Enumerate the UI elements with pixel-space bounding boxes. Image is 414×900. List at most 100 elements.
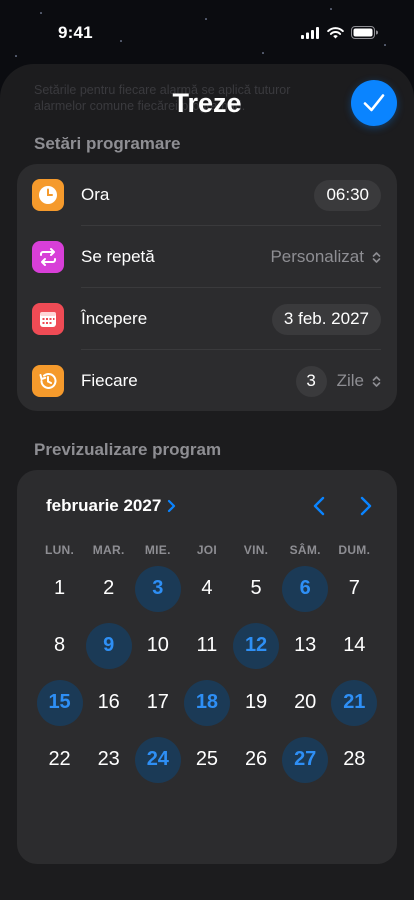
calendar-day-number: 22 xyxy=(48,748,71,770)
calendar-day-scheduled[interactable]: 6 xyxy=(281,560,330,617)
calendar-grid: 1 2 3 4 5 6 7 8 9 10 11 12 13 14 15 16 17 18 19 20 21 22 23 24 2… xyxy=(35,560,379,788)
start-date-button[interactable]: 3 feb. 2027 xyxy=(271,303,381,335)
calendar-day-number: 2 xyxy=(103,577,115,599)
calendar-day-scheduled[interactable]: 21 xyxy=(330,674,379,731)
previous-month-button[interactable] xyxy=(307,494,331,518)
calendar-day[interactable]: 23 xyxy=(84,731,133,788)
calendar-day-number: 27 xyxy=(294,748,317,770)
calendar-day-number: 23 xyxy=(97,748,120,770)
calendar-day-number: 6 xyxy=(299,577,311,599)
calendar-day-number: 14 xyxy=(343,634,366,656)
schedule-preview-header: Previzualizare program xyxy=(34,440,222,459)
weekday-label: SÂM. xyxy=(289,543,321,557)
weekday-label: MIE. xyxy=(144,543,171,557)
calendar-day-scheduled[interactable]: 3 xyxy=(133,560,182,617)
schedule-sheet: Setările pentru fiecare alarmă se aplică… xyxy=(0,64,414,900)
weekday-label: DUM. xyxy=(338,543,371,557)
calendar-day[interactable]: 8 xyxy=(35,617,84,674)
calendar-day-number: 8 xyxy=(54,634,66,656)
calendar-day[interactable]: 13 xyxy=(281,617,330,674)
calendar-day[interactable]: 7 xyxy=(330,560,379,617)
calendar-day-number: 20 xyxy=(294,691,317,713)
repeat-label: Se repetă xyxy=(81,247,155,266)
calendar-day-number: 3 xyxy=(152,577,164,599)
calendar-day-number: 15 xyxy=(48,691,71,713)
interval-row[interactable]: Fiecare 3 Zile xyxy=(17,350,397,412)
calendar-day-number: 9 xyxy=(103,634,115,656)
calendar-day[interactable]: 22 xyxy=(35,731,84,788)
calendar-week-row: 8 9 10 11 12 13 14 xyxy=(35,617,379,674)
month-picker-button[interactable]: februarie 2027 xyxy=(46,496,176,516)
checkmark-icon xyxy=(363,94,385,112)
start-label: Începere xyxy=(81,309,148,328)
schedule-settings-card: Ora 06:30 Se repetă Personalizat Începer… xyxy=(17,164,397,411)
calendar-day-number: 12 xyxy=(244,634,268,656)
calendar-day-scheduled[interactable]: 27 xyxy=(281,731,330,788)
calendar-day-number: 17 xyxy=(146,691,169,713)
calendar-day-number: 11 xyxy=(196,634,218,656)
calendar-day[interactable]: 5 xyxy=(232,560,281,617)
weekday-label: VIN. xyxy=(243,543,269,557)
calendar-week-row: 22 23 24 25 26 27 28 xyxy=(35,731,379,788)
calendar-day-number: 24 xyxy=(146,748,169,770)
interval-menu[interactable]: 3 Zile xyxy=(295,365,381,397)
calendar-day[interactable]: 19 xyxy=(232,674,281,731)
repeat-value: Personalizat xyxy=(270,247,364,266)
calendar-day-number: 28 xyxy=(343,748,366,770)
chevron-left-icon xyxy=(313,496,325,516)
interval-number[interactable]: 3 xyxy=(295,365,327,397)
time-value-button[interactable]: 06:30 xyxy=(314,179,381,211)
weekday-label: MAR. xyxy=(92,543,125,557)
cellular-signal-icon xyxy=(301,26,319,39)
weekday-header: LUN. MAR. MIE. JOI VIN. SÂM. DUM. xyxy=(35,543,379,557)
weekday-label: LUN. xyxy=(44,543,75,557)
calendar-day[interactable]: 28 xyxy=(330,731,379,788)
calendar-day-scheduled[interactable]: 12 xyxy=(232,617,281,674)
chevron-up-down-icon xyxy=(372,375,381,387)
start-row[interactable]: Începere 3 feb. 2027 xyxy=(17,288,397,350)
calendar-day[interactable]: 14 xyxy=(330,617,379,674)
calendar-day-number: 18 xyxy=(195,691,219,713)
calendar-day-number: 19 xyxy=(244,691,268,713)
calendar-day[interactable]: 2 xyxy=(84,560,133,617)
calendar-day[interactable]: 26 xyxy=(232,731,281,788)
calendar-icon xyxy=(32,303,64,335)
calendar-day[interactable]: 10 xyxy=(133,617,182,674)
time-row[interactable]: Ora 06:30 xyxy=(17,164,397,226)
calendar-day-number: 26 xyxy=(244,748,268,770)
next-month-button[interactable] xyxy=(354,494,378,518)
calendar-day[interactable]: 16 xyxy=(84,674,133,731)
repeat-menu[interactable]: Personalizat xyxy=(270,247,381,267)
calendar-day-number: 25 xyxy=(195,748,219,770)
calendar-day-number: 21 xyxy=(343,691,366,713)
calendar-day-scheduled[interactable]: 18 xyxy=(182,674,231,731)
calendar-day-scheduled[interactable]: 9 xyxy=(84,617,133,674)
calendar-day-number: 16 xyxy=(97,691,120,713)
chevron-up-down-icon xyxy=(372,251,381,263)
wifi-icon xyxy=(327,26,344,38)
status-time: 9:41 xyxy=(58,23,93,42)
calendar-day-scheduled[interactable]: 15 xyxy=(35,674,84,731)
repeat-row[interactable]: Se repetă Personalizat xyxy=(17,226,397,288)
calendar-day[interactable]: 11 xyxy=(182,617,231,674)
calendar-day-scheduled[interactable]: 24 xyxy=(133,731,182,788)
calendar-preview-card: februarie 2027 LUN. MAR. MIE. JOI VIN. S… xyxy=(17,470,397,864)
calendar-day[interactable]: 20 xyxy=(281,674,330,731)
calendar-day-number: 5 xyxy=(250,577,262,599)
schedule-settings-header: Setări programare xyxy=(34,134,181,153)
battery-icon xyxy=(351,26,378,39)
calendar-day[interactable]: 17 xyxy=(133,674,182,731)
calendar-day-number: 4 xyxy=(201,577,213,599)
calendar-day[interactable]: 4 xyxy=(182,560,231,617)
confirm-button[interactable] xyxy=(351,80,397,126)
status-bar: 9:41 xyxy=(0,0,414,60)
calendar-week-row: 1 2 3 4 5 6 7 xyxy=(35,560,379,617)
calendar-day[interactable]: 1 xyxy=(35,560,84,617)
history-icon xyxy=(32,365,64,397)
clock-icon xyxy=(32,179,64,211)
month-label: februarie 2027 xyxy=(46,496,162,515)
calendar-day-number: 1 xyxy=(54,577,66,599)
calendar-day[interactable]: 25 xyxy=(182,731,231,788)
interval-label: Fiecare xyxy=(81,371,138,390)
weekday-label: JOI xyxy=(196,543,218,557)
